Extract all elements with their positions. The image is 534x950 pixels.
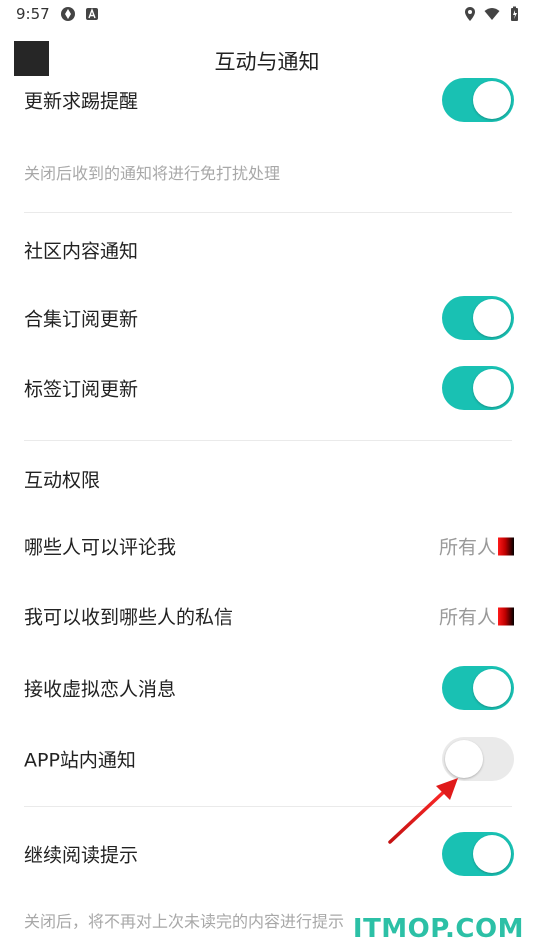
virtual-lover-toggle[interactable]	[442, 666, 514, 710]
divider	[24, 212, 512, 213]
battery-icon	[506, 6, 522, 22]
app-notice-label: APP站内通知	[24, 749, 136, 772]
who-message-label: 我可以收到哪些人的私信	[24, 606, 234, 629]
toggle-knob	[473, 81, 511, 119]
community-section-header: 社区内容通知	[24, 226, 514, 274]
status-bar: 9:57	[0, 0, 534, 28]
tag-update-row: 标签订阅更新	[24, 364, 514, 412]
update-reminder-row: 更新求踢提醒	[24, 76, 514, 124]
chevron-right-icon	[498, 607, 514, 625]
collection-update-label: 合集订阅更新	[24, 308, 139, 331]
dnd-hint: 关闭后收到的通知将进行免打扰处理	[24, 164, 281, 183]
who-message-row[interactable]: 我可以收到哪些人的私信 所有人	[24, 592, 514, 640]
reading-hint: 关闭后，将不再对上次未读完的内容进行提示	[24, 912, 345, 931]
who-comment-row[interactable]: 哪些人可以评论我 所有人	[24, 522, 514, 570]
virtual-lover-row: 接收虚拟恋人消息	[24, 664, 514, 712]
who-message-value-wrap: 所有人	[439, 603, 514, 630]
who-message-value: 所有人	[438, 606, 496, 629]
tag-update-toggle[interactable]	[442, 366, 514, 410]
interaction-section-label: 互动权限	[24, 469, 101, 492]
wifi-icon	[484, 6, 500, 22]
watermark: ITMOP.COM	[352, 914, 524, 944]
collection-update-toggle[interactable]	[442, 296, 514, 340]
virtual-lover-label: 接收虚拟恋人消息	[24, 678, 177, 701]
tag-update-label: 标签订阅更新	[24, 378, 139, 401]
update-reminder-label: 更新求踢提醒	[24, 90, 139, 113]
toggle-knob	[473, 299, 511, 337]
toggle-knob	[473, 835, 511, 873]
toggle-knob	[473, 669, 511, 707]
status-time: 9:57	[16, 5, 50, 23]
interaction-section-header: 互动权限	[24, 455, 514, 503]
who-comment-value: 所有人	[438, 536, 496, 559]
chevron-right-icon	[498, 537, 514, 555]
page-title: 互动与通知	[214, 50, 320, 74]
update-reminder-toggle[interactable]	[442, 78, 514, 122]
collection-update-row: 合集订阅更新	[24, 294, 514, 342]
location-icon	[462, 6, 478, 22]
who-comment-value-wrap: 所有人	[439, 533, 514, 560]
annotation-arrow-icon	[388, 778, 458, 844]
app-notification-icon	[60, 6, 76, 22]
divider	[24, 440, 512, 441]
community-section-label: 社区内容通知	[24, 240, 139, 263]
toggle-knob	[473, 369, 511, 407]
who-comment-label: 哪些人可以评论我	[24, 536, 177, 559]
app-a-icon	[84, 6, 100, 22]
continue-reading-label: 继续阅读提示	[24, 844, 139, 867]
